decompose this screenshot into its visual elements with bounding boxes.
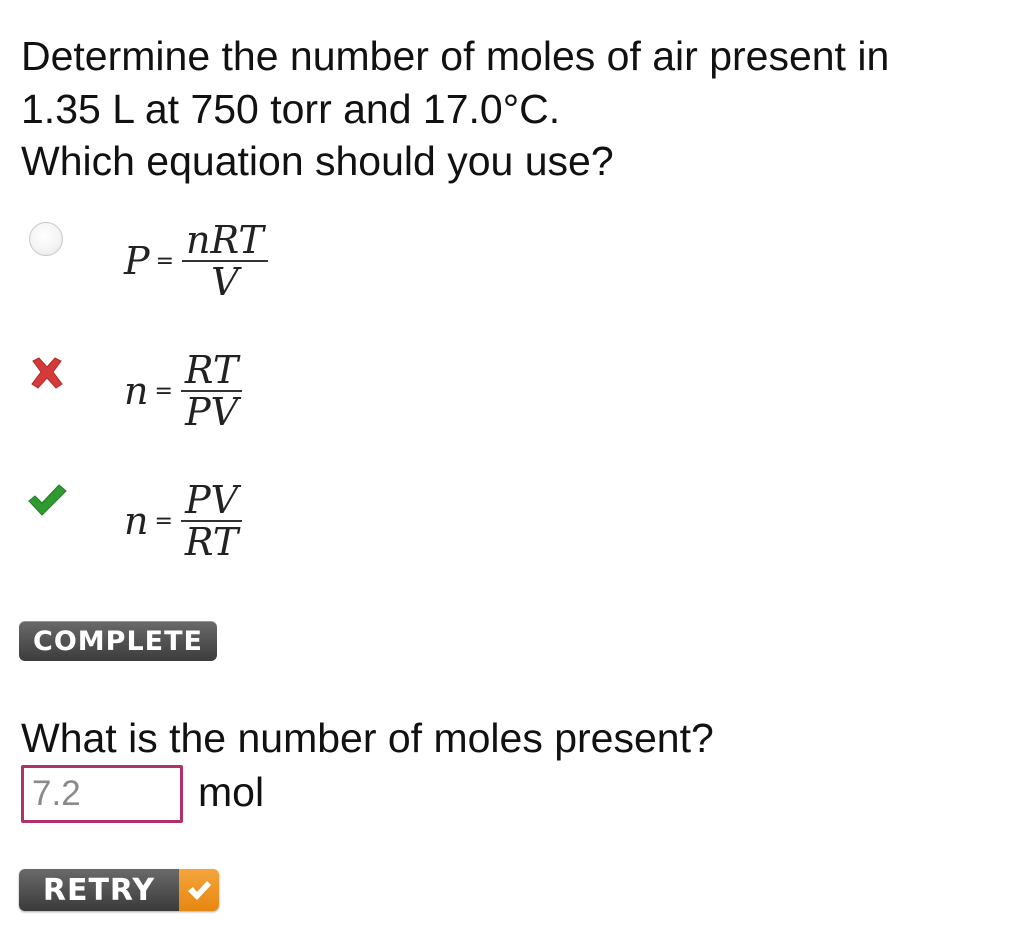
fraction: RT PV	[180, 348, 243, 434]
option-1[interactable]: P = nRT V	[0, 215, 600, 325]
question-2-text: What is the number of moles present?	[21, 715, 714, 761]
denominator: PV	[185, 390, 239, 434]
status-badge: COMPLETE	[19, 621, 217, 661]
numerator: nRT	[186, 218, 264, 262]
equals-sign: =	[155, 248, 175, 274]
question-line-1: Determine the number of moles of air pre…	[21, 33, 890, 79]
answer-input[interactable]	[21, 765, 183, 823]
option-3: n = PV RT	[0, 475, 600, 585]
formula-1: P = nRT V	[124, 220, 268, 302]
question-text: Determine the number of moles of air pre…	[21, 30, 996, 188]
numerator: RT	[184, 348, 239, 392]
formula-lhs: n	[124, 369, 149, 413]
unit-label: mol	[198, 769, 265, 815]
denominator: RT	[184, 520, 239, 564]
formula-3: n = PV RT	[124, 478, 243, 564]
radio-button[interactable]	[29, 222, 63, 256]
question-line-2: 1.35 L at 750 torr and 17.0°C.	[21, 85, 561, 132]
equals-sign: =	[154, 508, 173, 534]
retry-button[interactable]: RETRY	[19, 869, 219, 911]
formula-lhs: n	[124, 499, 149, 543]
formula-2: n = RT PV	[124, 348, 243, 434]
option-2: n = RT PV	[0, 345, 600, 455]
fraction: PV RT	[180, 478, 243, 564]
equals-sign: =	[154, 378, 173, 404]
numerator: PV	[185, 478, 239, 522]
checkmark-icon	[179, 869, 219, 911]
x-mark-icon	[26, 353, 68, 395]
fraction: nRT V	[182, 220, 268, 302]
denominator: V	[211, 260, 239, 304]
question-line-3: Which equation should you use?	[21, 138, 614, 184]
retry-label: RETRY	[19, 869, 179, 911]
formula-lhs: P	[124, 239, 150, 283]
radio-icon[interactable]	[26, 219, 68, 261]
checkmark-icon	[26, 479, 68, 521]
